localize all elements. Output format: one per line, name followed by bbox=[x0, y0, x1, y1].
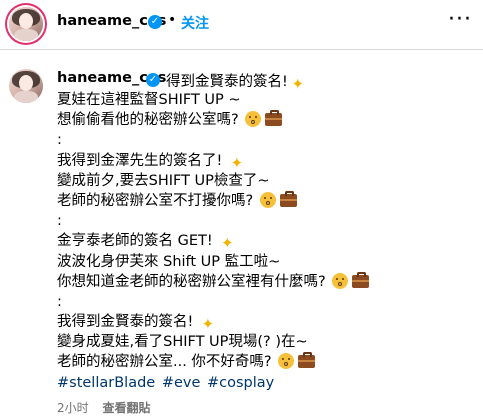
hashtag-link[interactable]: #stellarBlade bbox=[57, 375, 155, 391]
caption-line: 老師的秘密辦公室不打擾你嗎? bbox=[57, 190, 472, 211]
caption-avatar[interactable] bbox=[9, 69, 43, 103]
caption-line: 變身成夏娃,看了SHIFT UP現場(? )在~ bbox=[57, 334, 308, 351]
briefcase-icon bbox=[298, 352, 316, 369]
sparkles-icon: ✦ bbox=[221, 234, 234, 253]
hushed-face-icon bbox=[245, 111, 262, 128]
sparkles-icon: ✦ bbox=[201, 315, 215, 334]
caption-line: 變成前夕,要去SHIFT UP檢查了~ bbox=[57, 172, 270, 189]
caption-body: 夏娃在這裡監督SHIFT UP ~ 想偷偷看他的秘密辦公室嗎? : 我得到金澤先… bbox=[57, 90, 472, 373]
separator-dot: • bbox=[168, 12, 177, 28]
hushed-face-icon bbox=[332, 272, 349, 289]
hashtag-link[interactable]: #eve bbox=[162, 375, 201, 391]
more-options-icon[interactable]: ··· bbox=[445, 7, 475, 37]
post-meta: 2小时 查看翻貼 bbox=[57, 399, 150, 416]
briefcase-icon bbox=[352, 271, 370, 288]
verified-badge-icon: ✓ bbox=[148, 15, 162, 29]
caption-line: 想偷偷看他的秘密辦公室嗎? bbox=[57, 110, 472, 130]
follow-button[interactable]: 关注 bbox=[181, 13, 209, 33]
briefcase-icon bbox=[279, 190, 297, 207]
header-avatar[interactable] bbox=[9, 7, 43, 41]
caption-line: 金亨泰老師的簽名 GET! ✦ bbox=[57, 233, 234, 253]
see-translation-button[interactable]: 查看翻貼 bbox=[102, 401, 150, 415]
caption-line: 我得到金澤先生的簽名了! ✦ bbox=[57, 152, 244, 172]
caption-line: 波波化身伊芙來 Shift UP 監工啦~ bbox=[57, 253, 281, 270]
caption-line: 我得到金賢泰的簽名! ✦ bbox=[57, 314, 215, 334]
post-header: haneame_cos ✓ • 关注 ··· bbox=[0, 0, 483, 50]
caption-line: 夏娃在這裡監督SHIFT UP ~ bbox=[57, 92, 241, 108]
hushed-face-icon bbox=[259, 191, 276, 208]
sparkles-icon: ✦ bbox=[230, 153, 244, 172]
hashtags: #stellarBlade #eve #cosplay bbox=[57, 375, 276, 391]
caption-line: : bbox=[57, 132, 62, 149]
caption-line: : bbox=[57, 293, 62, 310]
caption-line: : bbox=[57, 213, 62, 230]
hashtag-link[interactable]: #cosplay bbox=[207, 375, 274, 391]
caption-line: 你想知道金老師的秘密辦公室裡有什麼嗎? bbox=[57, 271, 472, 292]
briefcase-icon bbox=[265, 110, 283, 127]
post-time[interactable]: 2小时 bbox=[57, 401, 89, 415]
verified-badge-icon: ✓ bbox=[146, 73, 160, 87]
hushed-face-icon bbox=[278, 353, 295, 370]
caption-line: 老師的秘密辦公室... 你不好奇嗎? bbox=[57, 352, 472, 372]
caption-first-line: 得到金賢泰的簽名! ✦ bbox=[166, 74, 305, 93]
